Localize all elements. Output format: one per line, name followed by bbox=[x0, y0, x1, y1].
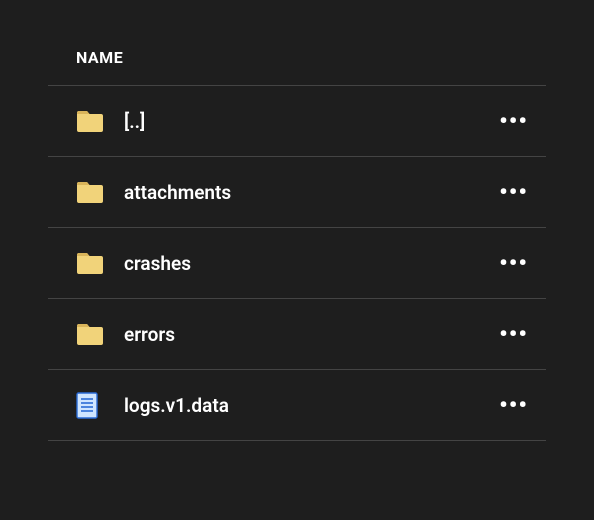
list-item-label: crashes bbox=[124, 252, 493, 275]
list-item[interactable]: attachments••• bbox=[48, 157, 546, 227]
list-item[interactable]: [..]••• bbox=[48, 86, 546, 156]
more-actions-icon[interactable]: ••• bbox=[493, 253, 534, 273]
file-icon bbox=[76, 391, 110, 419]
divider bbox=[48, 440, 546, 441]
list-item[interactable]: crashes••• bbox=[48, 228, 546, 298]
folder-icon bbox=[76, 178, 110, 206]
list-item-label: logs.v1.data bbox=[124, 394, 493, 417]
list-item-label: errors bbox=[124, 323, 493, 346]
list-item-label: attachments bbox=[124, 181, 493, 204]
list-item-label: [..] bbox=[124, 110, 493, 133]
column-header-name: NAME bbox=[48, 0, 546, 85]
folder-icon bbox=[76, 320, 110, 348]
file-list: [..]••• attachments••• crashes••• errors… bbox=[48, 86, 546, 441]
list-item[interactable]: errors••• bbox=[48, 299, 546, 369]
more-actions-icon[interactable]: ••• bbox=[493, 182, 534, 202]
folder-icon bbox=[76, 249, 110, 277]
more-actions-icon[interactable]: ••• bbox=[493, 395, 534, 415]
more-actions-icon[interactable]: ••• bbox=[493, 324, 534, 344]
more-actions-icon[interactable]: ••• bbox=[493, 111, 534, 131]
folder-icon bbox=[76, 107, 110, 135]
list-item[interactable]: logs.v1.data••• bbox=[48, 370, 546, 440]
